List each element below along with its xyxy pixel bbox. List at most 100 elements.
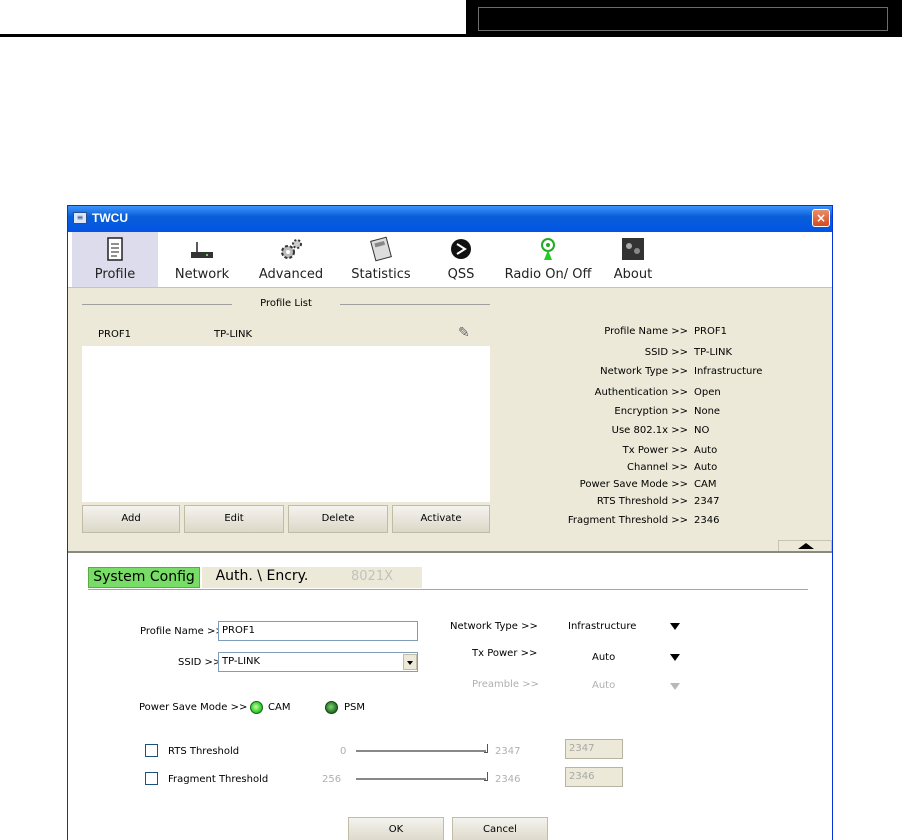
- psm-label: PSM: [344, 702, 366, 713]
- rts-max-label: 2347: [495, 746, 521, 757]
- preamble-label: Preamble >>: [472, 679, 539, 690]
- rts-threshold-label: RTS Threshold: [168, 746, 240, 757]
- info-fragment-value: 2346: [694, 515, 720, 526]
- info-channel-label: Channel >>: [627, 462, 688, 473]
- tab-auth-encry[interactable]: Auth. \ Encry.: [202, 567, 322, 588]
- tab-about-label: About: [613, 267, 653, 282]
- header-inner-box: [478, 7, 888, 31]
- qss-icon: [451, 239, 471, 259]
- preamble-value: Auto: [592, 680, 616, 691]
- network-type-label: Network Type >>: [450, 621, 538, 632]
- ssid-combobox[interactable]: TP-LINK: [218, 652, 418, 672]
- app-icon: ≡: [73, 212, 87, 224]
- add-button[interactable]: Add: [82, 505, 180, 533]
- info-tx-power-value: Auto: [694, 445, 718, 456]
- info-power-save-value: CAM: [694, 479, 717, 490]
- info-ssid-value: TP-LINK: [694, 347, 733, 358]
- about-icon: [622, 238, 644, 260]
- tab-statistics[interactable]: Statistics: [336, 232, 426, 287]
- tab-profile-label: Profile: [94, 267, 136, 282]
- info-8021x-value: NO: [694, 425, 710, 436]
- edit-button[interactable]: Edit: [184, 505, 284, 533]
- info-rts-label: RTS Threshold >>: [596, 496, 688, 507]
- info-network-type-value: Infrastructure: [694, 366, 763, 377]
- tx-power-value[interactable]: Auto: [592, 652, 615, 663]
- rts-value-input[interactable]: 2347: [565, 739, 623, 759]
- tab-network[interactable]: Network: [162, 232, 242, 287]
- info-profile-name-label: Profile Name >>: [604, 326, 688, 337]
- profile-name-input[interactable]: PROF1: [218, 621, 418, 641]
- info-rts-value: 2347: [694, 496, 720, 507]
- rts-slider-thumb[interactable]: [484, 744, 488, 753]
- window-title: TWCU: [92, 211, 128, 225]
- network-type-value[interactable]: Infrastructure: [568, 621, 636, 632]
- cam-label: CAM: [268, 702, 291, 713]
- config-panel: System Config Auth. \ Encry. 8021X Profi…: [68, 553, 832, 840]
- tab-about[interactable]: About: [606, 232, 660, 287]
- close-button[interactable]: ×: [812, 209, 830, 227]
- frag-slider-track[interactable]: [356, 778, 486, 780]
- network-type-dropdown-icon[interactable]: [670, 623, 680, 630]
- rts-slider-track[interactable]: [356, 750, 486, 752]
- frag-slider-thumb[interactable]: [484, 772, 488, 781]
- cam-radio[interactable]: [250, 701, 263, 714]
- ssid-label: SSID >>: [178, 657, 222, 668]
- gear-icon: [281, 239, 302, 259]
- profile-list-header: Profile List: [82, 298, 490, 312]
- fragment-threshold-checkbox[interactable]: [145, 772, 158, 785]
- delete-button[interactable]: Delete: [288, 505, 388, 533]
- tab-underline: [88, 589, 808, 590]
- calculator-icon: [370, 236, 392, 262]
- tab-advanced-label: Advanced: [258, 267, 324, 282]
- profile-name-cell: PROF1: [98, 329, 131, 340]
- tab-qss[interactable]: QSS: [436, 232, 486, 287]
- info-encryption-label: Encryption >>: [614, 406, 688, 417]
- twcu-window: ≡ TWCU × Profile Network Advanced Statis…: [67, 205, 833, 840]
- info-profile-name-value: PROF1: [694, 326, 727, 337]
- tab-advanced[interactable]: Advanced: [246, 232, 336, 287]
- tab-system-config[interactable]: System Config: [88, 567, 200, 588]
- tab-qss-label: QSS: [447, 267, 475, 282]
- info-network-type-label: Network Type >>: [600, 366, 688, 377]
- up-arrow-icon: [798, 543, 814, 549]
- info-tx-power-label: Tx Power >>: [622, 445, 688, 456]
- info-ssid-label: SSID >>: [644, 347, 688, 358]
- profile-list[interactable]: PROF1 TP-LINK ✎: [82, 322, 490, 502]
- radio-antenna-icon: [541, 238, 555, 260]
- tab-8021x[interactable]: 8021X: [322, 567, 422, 588]
- profile-icon: [107, 237, 123, 261]
- preamble-dropdown-icon: [670, 683, 680, 690]
- frag-max-label: 2346: [495, 774, 521, 785]
- rts-min-label: 0: [340, 746, 347, 757]
- fragment-threshold-label: Fragment Threshold: [168, 774, 269, 785]
- toolbar: Profile Network Advanced Statistics QSS …: [68, 232, 832, 288]
- ok-button[interactable]: OK: [348, 817, 444, 840]
- active-profile-icon: ✎: [458, 325, 470, 341]
- frag-value-input[interactable]: 2346: [565, 767, 623, 787]
- activate-button[interactable]: Activate: [392, 505, 490, 533]
- tab-radio-on-off[interactable]: Radio On/ Off: [496, 232, 600, 287]
- tx-power-dropdown-icon[interactable]: [670, 654, 680, 661]
- tab-profile[interactable]: Profile: [72, 232, 158, 287]
- ssid-dropdown-button[interactable]: [403, 654, 417, 670]
- info-power-save-label: Power Save Mode >>: [579, 479, 688, 490]
- tab-network-label: Network: [174, 267, 230, 282]
- cancel-button[interactable]: Cancel: [452, 817, 548, 840]
- info-authentication-label: Authentication >>: [594, 387, 688, 398]
- info-authentication-value: Open: [694, 387, 721, 398]
- psm-radio[interactable]: [325, 701, 338, 714]
- frag-min-label: 256: [322, 774, 342, 785]
- info-fragment-label: Fragment Threshold >>: [567, 515, 688, 526]
- info-encryption-value: None: [694, 406, 721, 417]
- info-channel-value: Auto: [694, 462, 718, 473]
- profile-name-label: Profile Name >>: [140, 626, 224, 637]
- rts-threshold-checkbox[interactable]: [145, 744, 158, 757]
- tab-radio-label: Radio On/ Off: [504, 267, 592, 282]
- tx-power-label: Tx Power >>: [472, 648, 538, 659]
- power-save-label: Power Save Mode >>: [139, 702, 248, 713]
- title-bar: ≡ TWCU ×: [68, 206, 832, 232]
- profile-list-title: Profile List: [260, 298, 312, 309]
- tab-statistics-label: Statistics: [351, 267, 411, 282]
- info-8021x-label: Use 802.1x >>: [611, 425, 688, 436]
- table-row[interactable]: PROF1 TP-LINK ✎: [82, 322, 490, 346]
